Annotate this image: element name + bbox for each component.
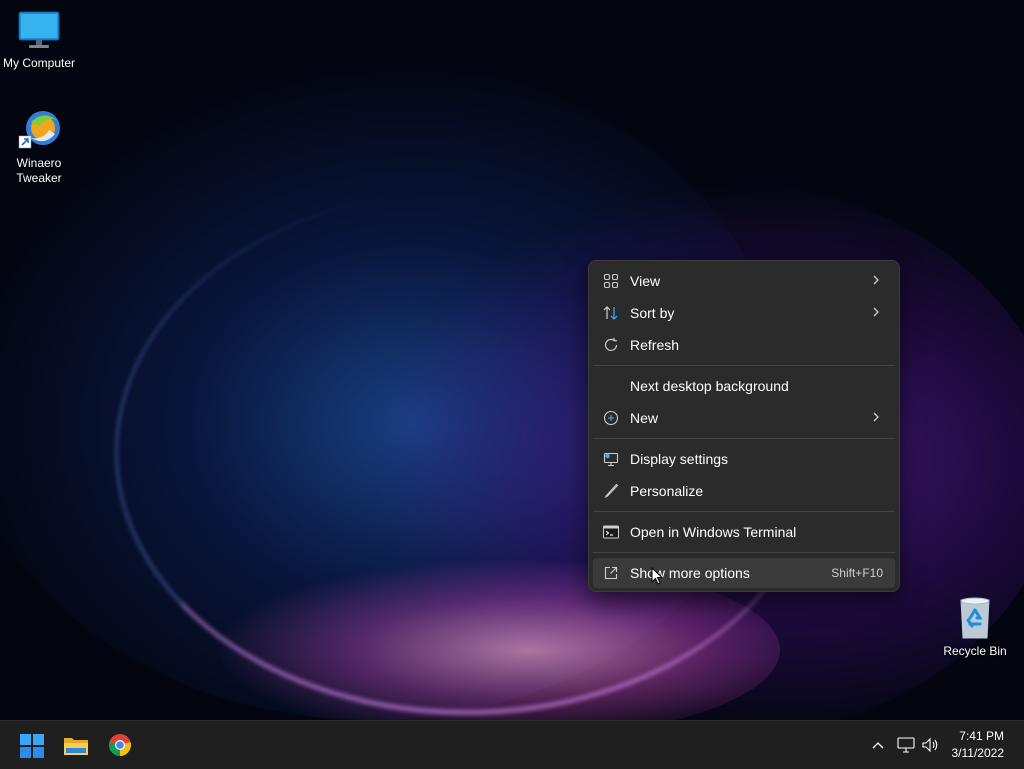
- taskbar-clock[interactable]: 7:41 PM 3/11/2022: [952, 728, 1005, 762]
- volume-icon[interactable]: [920, 735, 940, 755]
- desktop-icon-my-computer[interactable]: My Computer: [0, 8, 78, 71]
- chevron-right-icon: [871, 304, 881, 320]
- chrome-icon: [108, 733, 132, 762]
- menu-item-label: Personalize: [630, 483, 704, 499]
- menu-item-label: Refresh: [630, 337, 680, 353]
- menu-item-show-more-options[interactable]: Show more options Shift+F10: [593, 558, 895, 588]
- display-icon: [603, 451, 619, 467]
- menu-item-label: New: [630, 410, 659, 426]
- taskbar: 7:41 PM 3/11/2022: [0, 720, 1024, 769]
- menu-item-refresh[interactable]: Refresh: [593, 330, 895, 360]
- winaero-tweaker-icon: [17, 108, 61, 152]
- desktop-icon-label-line2: Tweaker: [16, 171, 62, 185]
- file-explorer-button[interactable]: [56, 725, 96, 765]
- terminal-icon: [603, 524, 619, 540]
- monitor-icon: [17, 8, 61, 52]
- menu-item-display-settings[interactable]: Display settings: [593, 444, 895, 474]
- shortcut-hint: Shift+F10: [831, 566, 883, 580]
- grid-icon: [603, 273, 619, 289]
- menu-separator: [593, 365, 895, 366]
- chevron-up-icon[interactable]: [868, 735, 888, 755]
- pen-icon: [603, 483, 619, 499]
- chevron-right-icon: [871, 272, 881, 288]
- clock-time: 7:41 PM: [959, 729, 1004, 743]
- menu-separator: [593, 511, 895, 512]
- desktop-icon-label-line1: Winaero: [16, 156, 62, 170]
- menu-item-label: View: [630, 273, 661, 289]
- desktop-icon-label: My Computer: [2, 56, 76, 70]
- menu-item-personalize[interactable]: Personalize: [593, 476, 895, 506]
- menu-item-label: Show more options: [630, 565, 750, 581]
- menu-item-label: Open in Windows Terminal: [630, 524, 797, 540]
- start-button[interactable]: [12, 725, 52, 765]
- desktop-icon-recycle-bin[interactable]: Recycle Bin: [936, 596, 1014, 659]
- mouse-cursor-icon: [651, 566, 664, 585]
- clock-date: 3/11/2022: [951, 746, 1005, 760]
- file-explorer-icon: [63, 734, 89, 763]
- menu-item-new[interactable]: New: [593, 403, 895, 433]
- menu-item-sort-by[interactable]: Sort by: [593, 298, 895, 328]
- desktop-background[interactable]: My Computer Winaero Tweaker Recycle Bin: [0, 0, 1024, 720]
- expand-icon: [603, 565, 619, 581]
- menu-item-label: Next desktop background: [630, 378, 789, 394]
- desktop-icon-label: Recycle Bin: [943, 644, 1007, 658]
- recycle-bin-icon: [953, 596, 997, 640]
- refresh-icon: [603, 337, 619, 353]
- menu-separator: [593, 552, 895, 553]
- sort-icon: [603, 305, 619, 321]
- plus-circle-icon: [603, 410, 619, 426]
- chrome-button[interactable]: [100, 725, 140, 765]
- start-icon: [20, 734, 44, 763]
- desktop-icon-winaero-tweaker[interactable]: Winaero Tweaker: [0, 108, 78, 186]
- desktop-context-menu: View Sort by Refresh Next desktop backgr…: [588, 260, 900, 592]
- menu-item-view[interactable]: View: [593, 266, 895, 296]
- menu-item-label: Display settings: [630, 451, 729, 467]
- menu-item-open-in-windows-terminal[interactable]: Open in Windows Terminal: [593, 517, 895, 547]
- menu-item-next-desktop-background[interactable]: Next desktop background: [593, 371, 895, 401]
- network-icon[interactable]: [896, 735, 916, 755]
- menu-separator: [593, 438, 895, 439]
- chevron-right-icon: [871, 409, 881, 425]
- menu-item-label: Sort by: [630, 305, 675, 321]
